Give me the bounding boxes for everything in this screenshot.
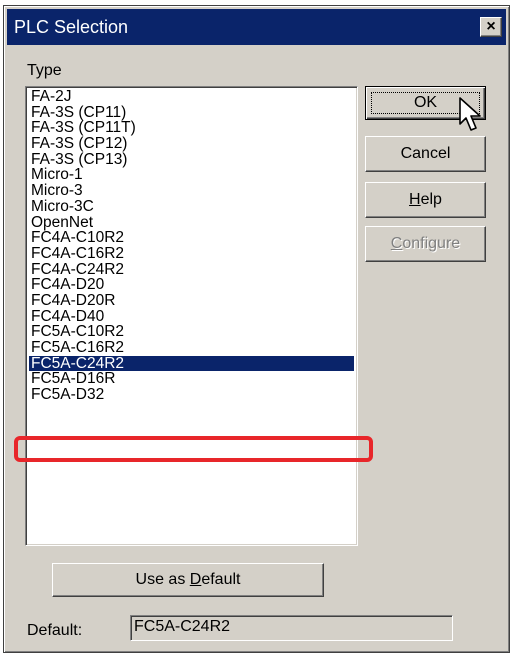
list-item[interactable]: FA-3S (CP11)	[29, 104, 354, 121]
plc-type-list: FA-2J FA-3S (CP11) FA-3S (CP11T) FA-3S (CP1…	[29, 89, 354, 403]
list-item[interactable]: FC4A-D40	[29, 308, 354, 325]
list-item[interactable]: FC5A-C10R2	[29, 324, 354, 340]
list-item[interactable]: FC4A-D20R	[29, 293, 354, 309]
list-item[interactable]: FA-3S (CP13)	[29, 152, 354, 168]
configure-button[interactable]: Configure	[365, 226, 486, 262]
list-item[interactable]: FC4A-C24R2	[29, 261, 354, 278]
list-item[interactable]: FC5A-D32	[29, 387, 354, 403]
list-item[interactable]: FA-3S (CP11T)	[29, 120, 354, 136]
ok-button-label: OK	[413, 94, 438, 111]
list-item[interactable]: OpenNet	[29, 214, 354, 231]
cancel-button[interactable]: Cancel	[365, 136, 486, 172]
help-button[interactable]: Help	[365, 182, 486, 218]
list-item[interactable]: Micro-3	[29, 183, 354, 199]
list-item[interactable]: FA-2J	[29, 89, 354, 105]
window-title: PLC Selection	[14, 17, 129, 37]
default-value-field: FC5A-C24R2	[130, 615, 453, 641]
close-button[interactable]: ×	[480, 17, 502, 37]
type-label: Type	[27, 62, 62, 79]
use-as-default-button[interactable]: Use as Default	[52, 563, 324, 597]
default-label: Default:	[27, 622, 83, 639]
cancel-button-label: Cancel	[400, 145, 451, 162]
list-item[interactable]: Micro-3C	[29, 199, 354, 215]
title-bar[interactable]: PLC Selection ×	[7, 9, 506, 45]
close-icon: ×	[486, 18, 496, 35]
list-item[interactable]: FA-3S (CP12)	[29, 136, 354, 152]
list-item-selected[interactable]: FC5A-C24R2	[29, 355, 354, 372]
list-item[interactable]: FC5A-D16R	[29, 371, 354, 387]
use-as-default-button-label: Use as Default	[135, 571, 241, 588]
default-value: FC5A-C24R2	[134, 618, 231, 635]
list-item[interactable]: Micro-1	[29, 167, 354, 183]
list-item[interactable]: FC4A-C10R2	[29, 230, 354, 246]
help-button-label: Help	[409, 191, 442, 208]
configure-button-label: Configure	[390, 235, 461, 252]
list-item[interactable]: FC4A-C16R2	[29, 246, 354, 262]
mouse-pointer-icon	[459, 97, 481, 131]
list-item[interactable]: FC4A-D20	[29, 277, 354, 293]
plc-type-listbox[interactable]: FA-2J FA-3S (CP11) FA-3S (CP11T) FA-3S (CP1…	[25, 86, 358, 546]
list-item[interactable]: FC5A-C16R2	[29, 340, 354, 356]
